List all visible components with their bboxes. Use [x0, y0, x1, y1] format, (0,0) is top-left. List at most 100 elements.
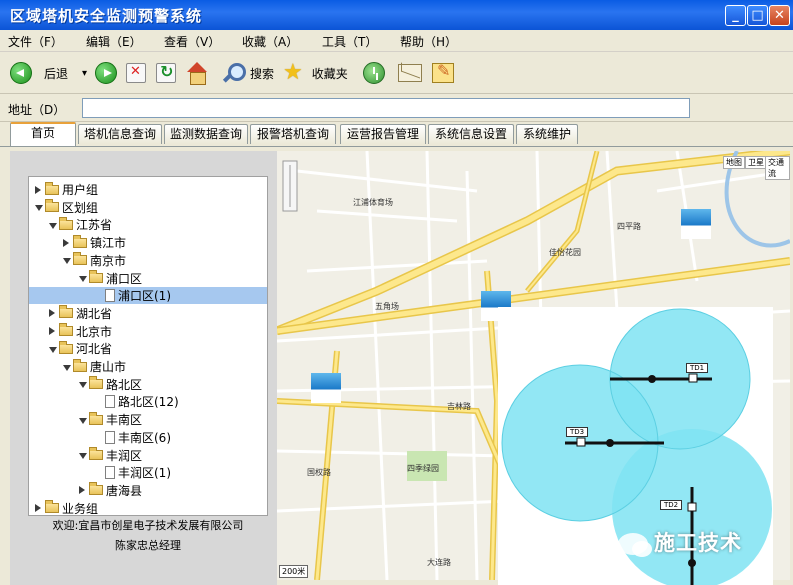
trolley-td1 [688, 373, 698, 383]
document-icon [105, 430, 115, 444]
tree-leaf[interactable]: 浦口区(1) [29, 287, 267, 305]
tree-node-label: 丰南区 [106, 413, 143, 428]
expand-arrow-icon[interactable] [79, 382, 87, 389]
tree-node[interactable]: 北京市 [49, 323, 112, 340]
expand-arrow-icon[interactable] [63, 364, 71, 371]
expand-arrow-icon[interactable] [63, 258, 71, 265]
tree-node-label: 丰润区 [106, 448, 143, 463]
forward-button[interactable] [95, 61, 117, 85]
tree-node[interactable]: 浦口区 [79, 270, 142, 287]
zoom-control[interactable] [282, 160, 298, 212]
favorites-label: 收藏夹 [311, 66, 348, 81]
address-label: 地址（D） [8, 103, 66, 117]
back-arrow-icon [10, 62, 32, 84]
edit-icon [432, 61, 454, 83]
window-title: 区域塔机安全监测预警系统 [10, 7, 203, 25]
folder-icon [59, 216, 73, 230]
menu-file[interactable]: 文件（F） [8, 33, 63, 50]
tab-alarm-cranes[interactable]: 报警塔机查询 [250, 124, 336, 144]
tree-node[interactable]: 镇江市 [63, 234, 126, 251]
edit-button[interactable] [432, 61, 454, 85]
collapse-arrow-icon[interactable] [49, 309, 55, 318]
tree-node[interactable]: 丰润区 [79, 447, 142, 464]
tree-node-label: 用户组 [62, 183, 99, 197]
maximize-button[interactable]: □ [747, 5, 768, 26]
tree-node-label: 浦口区 [106, 271, 143, 286]
tab-system-maintenance[interactable]: 系统维护 [516, 124, 578, 144]
tree-node[interactable]: 丰南区 [79, 411, 142, 428]
folder-icon [73, 252, 87, 266]
expand-arrow-icon[interactable] [35, 205, 43, 212]
close-button[interactable]: ✕ [769, 5, 790, 26]
minimize-button[interactable]: _ [725, 5, 746, 26]
tree-node[interactable]: 区划组 [35, 199, 98, 216]
collapse-arrow-icon[interactable] [63, 238, 69, 247]
menu-favorites[interactable]: 收藏（A） [242, 33, 298, 50]
menu-help[interactable]: 帮助（H） [400, 33, 457, 50]
tree-node[interactable]: 唐海县 [79, 482, 142, 499]
tab-operation-reports[interactable]: 运营报告管理 [340, 124, 426, 144]
tree-node[interactable]: 用户组 [35, 181, 98, 198]
search-icon [222, 62, 246, 84]
favorites-button[interactable]: ★ 收藏夹 [283, 61, 348, 85]
tree-node-label: 湖北省 [76, 306, 113, 321]
search-label: 搜索 [250, 66, 275, 81]
map-label-jilin: 吉林路 [447, 402, 471, 411]
folder-icon [89, 447, 103, 460]
expand-arrow-icon[interactable] [79, 453, 87, 459]
mail-button[interactable] [398, 61, 422, 85]
tree-node[interactable]: 南京市 [63, 252, 126, 269]
menu-edit[interactable]: 编辑（E） [86, 33, 142, 50]
back-dropdown[interactable]: ▾ [82, 61, 87, 85]
search-button[interactable]: 搜索 [222, 61, 274, 85]
region-tree[interactable]: 用户组区划组 江苏省 镇江市南京市浦口区浦口区(1) 湖北省北京市 河北省 唐山市 路北区路… [28, 176, 268, 516]
crane-label-td1: TD1 [686, 363, 709, 373]
tree-node[interactable]: 河北省 [49, 340, 112, 357]
crane-marker[interactable] [311, 373, 341, 403]
tree-node[interactable]: 唐山市 [63, 358, 126, 375]
expand-arrow-icon[interactable] [79, 417, 87, 424]
back-label: 后退 [44, 66, 69, 81]
tree-node[interactable]: 湖北省 [49, 305, 112, 322]
tree-leaf[interactable]: 丰南区(6) [95, 429, 171, 446]
collapse-arrow-icon[interactable] [35, 504, 41, 513]
back-button[interactable]: 后退 [10, 61, 68, 85]
menu-tools[interactable]: 工具（T） [322, 33, 377, 50]
stop-button[interactable] [126, 61, 146, 85]
tree-node-label: 丰润区(1) [118, 466, 171, 481]
traffic-mode-button[interactable]: 交通流 [765, 156, 790, 180]
tree-node[interactable]: 江苏省 [49, 216, 112, 233]
map-mode-button[interactable]: 地图 [723, 156, 745, 169]
folder-icon [45, 500, 59, 514]
tree-node-label: 浦口区(1) [118, 289, 171, 304]
menu-view[interactable]: 查看（V） [164, 33, 220, 50]
expand-arrow-icon[interactable] [49, 346, 57, 353]
crane-marker[interactable] [681, 209, 711, 239]
map-label-siping: 四平路 [617, 222, 641, 231]
tree-node[interactable]: 业务组 [35, 500, 99, 516]
expand-arrow-icon[interactable] [49, 222, 57, 229]
refresh-button[interactable] [156, 61, 176, 85]
mast-td2 [688, 559, 696, 567]
collapse-arrow-icon[interactable] [49, 327, 55, 336]
folder-icon [89, 270, 103, 283]
history-button[interactable] [363, 61, 385, 85]
collapse-arrow-icon[interactable] [35, 185, 41, 194]
satellite-mode-button[interactable]: 卫星 [745, 156, 767, 169]
tree-node-label: 业务组 [62, 501, 99, 516]
tree-leaf[interactable]: 丰润区(1) [95, 464, 171, 481]
expand-arrow-icon[interactable] [79, 276, 87, 282]
address-input[interactable] [82, 98, 690, 118]
folder-icon [45, 181, 59, 195]
collapse-arrow-icon[interactable] [79, 486, 85, 495]
tab-crane-info[interactable]: 塔机信息查询 [78, 124, 162, 144]
tab-monitoring-data[interactable]: 监测数据查询 [164, 124, 248, 144]
folder-icon [73, 234, 87, 248]
folder-icon [45, 199, 59, 213]
tree-leaf[interactable]: 路北区(12) [95, 393, 179, 410]
tree-node[interactable]: 路北区 [79, 376, 142, 393]
tab-home[interactable]: 首页 [10, 122, 76, 146]
tree-node-label: 南京市 [90, 253, 127, 268]
home-button[interactable] [186, 61, 208, 85]
tab-system-settings[interactable]: 系统信息设置 [428, 124, 514, 144]
